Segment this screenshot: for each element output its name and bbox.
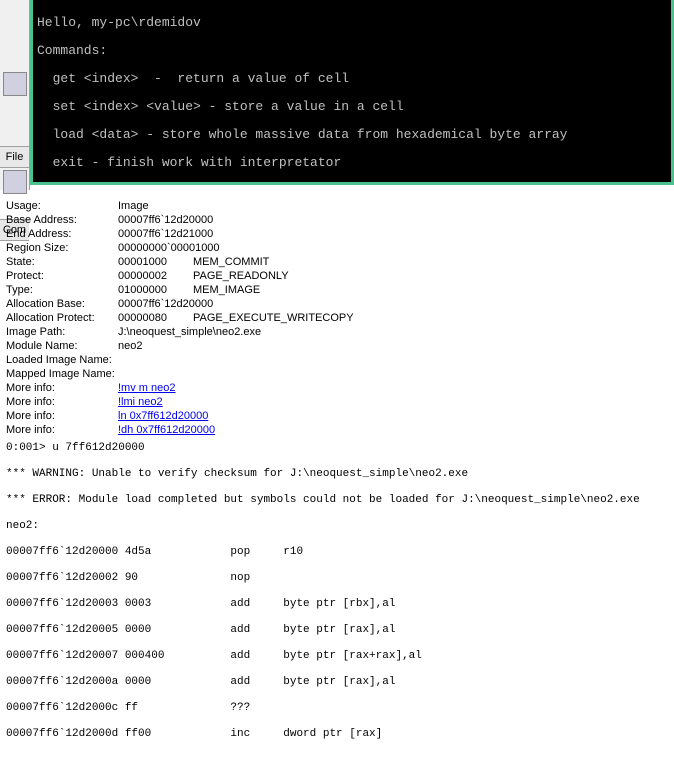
info-link[interactable]: !mv m neo2: [118, 381, 175, 395]
console-line: Commands:: [37, 44, 667, 58]
info-value: neo2: [118, 339, 193, 353]
console-line: Hello, my-pc\rdemidov: [37, 16, 667, 30]
info-label: More info:: [6, 395, 118, 409]
disasm-line: 00007ff6`12d2000d ff00 inc dword ptr [ra…: [6, 728, 668, 741]
info-link[interactable]: !lmi neo2: [118, 395, 163, 409]
file-tab[interactable]: File: [0, 146, 29, 168]
sidebar-icon[interactable]: [3, 72, 27, 96]
info-row: Base Address:00007ff6`12d20000: [6, 213, 668, 227]
info-row: State:00001000MEM_COMMIT: [6, 255, 668, 269]
info-row: Loaded Image Name:: [6, 353, 668, 367]
disassembly-panel: 0:001> u 7ff612d20000 *** WARNING: Unabl…: [0, 425, 674, 758]
info-link-row: More info:!mv m neo2: [6, 381, 668, 395]
console-line: get <index> - return a value of cell: [37, 72, 667, 86]
info-value: 00000080: [118, 311, 193, 325]
info-value-2: PAGE_READONLY: [193, 269, 289, 283]
info-row: Usage:Image: [6, 199, 668, 213]
info-label: Module Name:: [6, 339, 118, 353]
info-value: Image: [118, 199, 193, 213]
info-value: 01000000: [118, 283, 193, 297]
info-row: Allocation Base:00007ff6`12d20000: [6, 297, 668, 311]
info-label: Loaded Image Name:: [6, 353, 118, 367]
info-label: Protect:: [6, 269, 118, 283]
info-value: 00000002: [118, 269, 193, 283]
console-window[interactable]: Hello, my-pc\rdemidov Commands: get <ind…: [30, 0, 674, 185]
info-label: Usage:: [6, 199, 118, 213]
info-value-2: PAGE_EXECUTE_WRITECOPY: [193, 311, 354, 325]
info-label: State:: [6, 255, 118, 269]
info-label: More info:: [6, 381, 118, 395]
disasm-line: 00007ff6`12d2000c ff ???: [6, 702, 668, 715]
info-label: More info:: [6, 409, 118, 423]
info-value: J:\neoquest_simple\neo2.exe: [118, 325, 261, 339]
info-label: Region Size:: [6, 241, 118, 255]
info-row: End Address:00007ff6`12d21000: [6, 227, 668, 241]
info-value-2: MEM_COMMIT: [193, 255, 269, 269]
console-line: exit - finish work with interpretator: [37, 156, 667, 170]
info-label: Allocation Base:: [6, 297, 118, 311]
console-line: set <index> <value> - store a value in a…: [37, 100, 667, 114]
info-value: [118, 353, 193, 367]
info-row: Allocation Protect:00000080PAGE_EXECUTE_…: [6, 311, 668, 325]
info-row: Protect:00000002PAGE_READONLY: [6, 269, 668, 283]
disasm-prompt: 0:001> u 7ff612d20000: [6, 442, 668, 455]
info-label: Image Path:: [6, 325, 118, 339]
info-label: Base Address:: [6, 213, 118, 227]
disasm-line: 00007ff6`12d20000 4d5a pop r10: [6, 546, 668, 559]
info-link-row: More info:ln 0x7ff612d20000: [6, 409, 668, 423]
info-row: Region Size:00000000`00001000: [6, 241, 668, 255]
console-line: load <data> - store whole massive data f…: [37, 128, 667, 142]
disasm-line: 00007ff6`12d20007 000400 add byte ptr [r…: [6, 650, 668, 663]
disasm-line: 00007ff6`12d20005 0000 add byte ptr [rax…: [6, 624, 668, 637]
info-label: Type:: [6, 283, 118, 297]
disasm-line: 00007ff6`12d20002 90 nop: [6, 572, 668, 585]
disasm-error: *** ERROR: Module load completed but sym…: [6, 494, 668, 507]
info-row: Type:01000000MEM_IMAGE: [6, 283, 668, 297]
sidebar-icon-2[interactable]: [3, 170, 27, 194]
info-value: [118, 367, 193, 381]
left-sidebar: File Com: [0, 0, 30, 190]
info-value: 00007ff6`12d20000: [118, 213, 213, 227]
memory-info-panel: Usage:ImageBase Address:00007ff6`12d2000…: [0, 195, 674, 441]
info-value: 00001000: [118, 255, 193, 269]
info-label: Allocation Protect:: [6, 311, 118, 325]
disasm-warning: *** WARNING: Unable to verify checksum f…: [6, 468, 668, 481]
info-label: End Address:: [6, 227, 118, 241]
disasm-line: 00007ff6`12d20003 0003 add byte ptr [rbx…: [6, 598, 668, 611]
info-value: 00000000`00001000: [118, 241, 220, 255]
info-label: Mapped Image Name:: [6, 367, 118, 381]
info-link-row: More info:!lmi neo2: [6, 395, 668, 409]
info-link[interactable]: ln 0x7ff612d20000: [118, 409, 208, 423]
info-value: 00007ff6`12d21000: [118, 227, 213, 241]
info-row: Mapped Image Name:: [6, 367, 668, 381]
info-value-2: MEM_IMAGE: [193, 283, 260, 297]
info-value: 00007ff6`12d20000: [118, 297, 213, 311]
info-row: Image Path:J:\neoquest_simple\neo2.exe: [6, 325, 668, 339]
disasm-line: 00007ff6`12d2000a 0000 add byte ptr [rax…: [6, 676, 668, 689]
disasm-module: neo2:: [6, 520, 668, 533]
info-row: Module Name:neo2: [6, 339, 668, 353]
